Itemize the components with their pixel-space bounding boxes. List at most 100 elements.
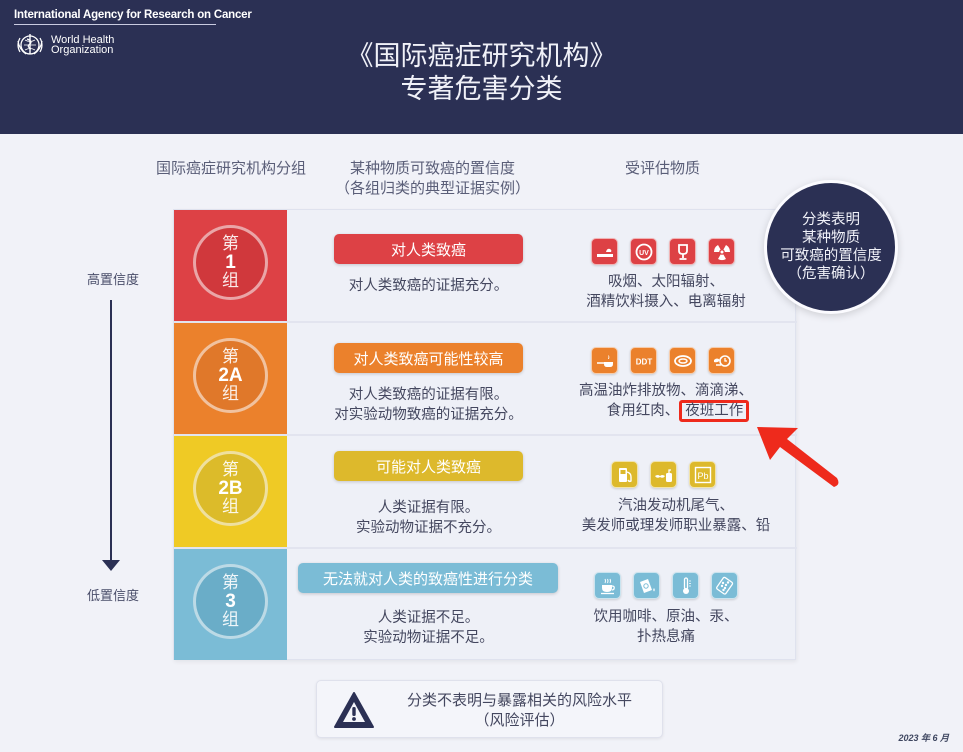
date-label: 2023 年 6 月 xyxy=(898,733,949,743)
group-suffix: 组 xyxy=(222,383,239,404)
group-prefix: 第 xyxy=(222,572,239,593)
agents-line2: 酒精饮料摄入、电离辐射 xyxy=(586,294,746,310)
arrow-down-icon xyxy=(102,560,120,571)
night-shift-icon xyxy=(708,347,735,374)
group-label-pill: 对人类致癌 xyxy=(334,234,523,264)
alcohol-glass-icon xyxy=(669,238,696,265)
agents-line2: 扑热息痛 xyxy=(637,629,695,645)
agent-icons: DDT xyxy=(591,347,735,374)
evidence-line: 对人类致癌的证据有限。 xyxy=(348,387,509,403)
title-line1: 《国际癌症研究机构》 xyxy=(346,41,617,72)
group-badge: 第 2B 组 xyxy=(193,451,268,526)
group-number: 1 xyxy=(225,251,236,273)
evidence-line: 实验动物证据不足。 xyxy=(363,630,494,646)
header-banner: International Agency for Research on Can… xyxy=(0,0,963,134)
smoking-icon xyxy=(591,238,618,265)
agent-icons xyxy=(594,572,738,599)
column-header-group: 国际癌症研究机构分组 xyxy=(155,159,306,177)
evidence-line: 人类证据有限。 xyxy=(377,500,480,516)
confidence-header-line2: （各组归类的典型证据实例） xyxy=(334,179,530,197)
agents-text: 饮用咖啡、原油、汞、 扑热息痛 xyxy=(546,607,786,647)
group-number: 2B xyxy=(218,477,243,499)
thermometer-mercury-icon xyxy=(672,572,699,599)
group-suffix: 组 xyxy=(222,270,239,291)
agent-icons: UV xyxy=(591,238,735,265)
agents-line1: 汽油发动机尾气、 xyxy=(618,498,734,514)
bubble-line: 可致癌的置信度 xyxy=(780,248,882,264)
note-text: 分类不表明与暴露相关的风险水平 （风险评估） xyxy=(387,690,652,730)
group-prefix: 第 xyxy=(222,233,239,254)
svg-text:DDT: DDT xyxy=(635,357,652,366)
confidence-axis-line xyxy=(110,300,112,562)
evidence-text: 对人类致癌的证据充分。 xyxy=(286,276,571,296)
classification-table: 第 1 组 对人类致癌 对人类致癌的证据充分。 UV 吸烟、太阳辐射、 酒精饮料… xyxy=(173,209,797,660)
crude-oil-icon xyxy=(633,572,660,599)
agents-line1: 高温油炸排放物、滴滴涕、 xyxy=(579,383,753,399)
radiation-icon xyxy=(708,238,735,265)
agents-line1: 饮用咖啡、原油、汞、 xyxy=(593,609,739,625)
warning-triangle-icon xyxy=(334,692,374,728)
group-prefix: 第 xyxy=(222,459,239,480)
group-row-1: 第 1 组 对人类致癌 对人类致癌的证据充分。 UV 吸烟、太阳辐射、 酒精饮料… xyxy=(174,210,797,323)
svg-text:UV: UV xyxy=(639,250,649,257)
risk-note-box: 分类不表明与暴露相关的风险水平 （风险评估） xyxy=(316,680,663,738)
frying-pan-icon xyxy=(591,347,618,374)
evidence-text: 对人类致癌的证据有限。 对实验动物致癌的证据充分。 xyxy=(286,385,571,425)
coffee-cup-icon xyxy=(594,572,621,599)
group-cell: 第 2B 组 xyxy=(174,436,287,547)
group-badge: 第 3 组 xyxy=(193,564,268,639)
evidence-line: 对人类致癌的证据充分。 xyxy=(348,278,509,294)
group-prefix: 第 xyxy=(222,346,239,367)
hairdresser-icon xyxy=(650,461,677,488)
confidence-header-line1: 某种物质可致癌的置信度 xyxy=(349,159,515,177)
group-label-pill: 可能对人类致癌 xyxy=(334,451,523,481)
note-line1: 分类不表明与暴露相关的风险水平 xyxy=(406,691,632,709)
lead-pb-icon: Pb xyxy=(689,461,716,488)
bubble-line: 某种物质 xyxy=(802,230,860,246)
red-pointer-arrow-icon xyxy=(757,427,839,487)
column-header-agents: 受评估物质 xyxy=(624,159,700,177)
group-badge: 第 2A 组 xyxy=(193,338,268,413)
fuel-pump-icon xyxy=(611,461,638,488)
agents-text: 汽油发动机尾气、 美发师或理发师职业暴露、铅 xyxy=(546,496,806,536)
axis-high-confidence: 高置信度 xyxy=(86,273,139,288)
svg-text:Pb: Pb xyxy=(697,471,708,481)
group-suffix: 组 xyxy=(222,496,239,517)
group-cell: 第 3 组 xyxy=(174,549,287,660)
iarc-org-name: International Agency for Research on Can… xyxy=(14,9,252,25)
bubble-line: 分类表明 xyxy=(802,212,860,228)
evidence-text: 人类证据有限。 实验动物证据不充分。 xyxy=(286,498,571,538)
evidence-text: 人类证据不足。 实验动物证据不足。 xyxy=(286,608,571,648)
pill-pack-icon xyxy=(711,572,738,599)
group-label-pill: 对人类致癌可能性较高 xyxy=(334,343,523,373)
group-number: 3 xyxy=(225,590,236,612)
axis-low-confidence: 低置信度 xyxy=(86,589,139,604)
red-meat-icon xyxy=(669,347,696,374)
group-number: 2A xyxy=(218,364,243,386)
group-suffix: 组 xyxy=(222,609,239,630)
agent-icons: Pb xyxy=(611,461,716,488)
uv-radiation-icon: UV xyxy=(630,238,657,265)
agents-line2-text: 食用红肉、 xyxy=(606,403,680,419)
agents-line2: 美发师或理发师职业暴露、铅 xyxy=(581,518,771,534)
note-line2: （风险评估） xyxy=(474,711,565,729)
group-badge: 第 1 组 xyxy=(193,225,268,300)
agents-line1: 吸烟、太阳辐射、 xyxy=(608,274,724,290)
column-header-confidence: 某种物质可致癌的置信度 （各组归类的典型证据实例） xyxy=(325,158,540,198)
group-label-pill: 无法就对人类的致癌性进行分类 xyxy=(298,563,558,593)
ddt-icon: DDT xyxy=(630,347,657,374)
group-cell: 第 1 组 xyxy=(174,210,287,321)
agents-text: 吸烟、太阳辐射、 酒精饮料摄入、电离辐射 xyxy=(546,272,786,312)
bubble-line: （危害确认） xyxy=(787,266,875,282)
group-cell: 第 2A 组 xyxy=(174,323,287,434)
hazard-identification-bubble: 分类表明 某种物质 可致癌的置信度 （危害确认） xyxy=(764,180,898,314)
group-row-2a: 第 2A 组 对人类致癌可能性较高 对人类致癌的证据有限。 对实验动物致癌的证据… xyxy=(174,323,797,436)
evidence-line: 对实验动物致癌的证据充分。 xyxy=(334,407,523,423)
group-row-3: 第 3 组 无法就对人类的致癌性进行分类 人类证据不足。 实验动物证据不足。 饮… xyxy=(174,549,797,660)
title-line2: 专著危害分类 xyxy=(400,74,563,105)
group-row-2b: 第 2B 组 可能对人类致癌 人类证据有限。 实验动物证据不充分。 Pb 汽油发… xyxy=(174,436,797,549)
evidence-line: 实验动物证据不充分。 xyxy=(356,520,501,536)
highlighted-agent-night-shift: 夜班工作 xyxy=(679,400,750,422)
page-title: 《国际癌症研究机构》 专著危害分类 xyxy=(0,40,963,106)
evidence-line: 人类证据不足。 xyxy=(377,610,480,626)
